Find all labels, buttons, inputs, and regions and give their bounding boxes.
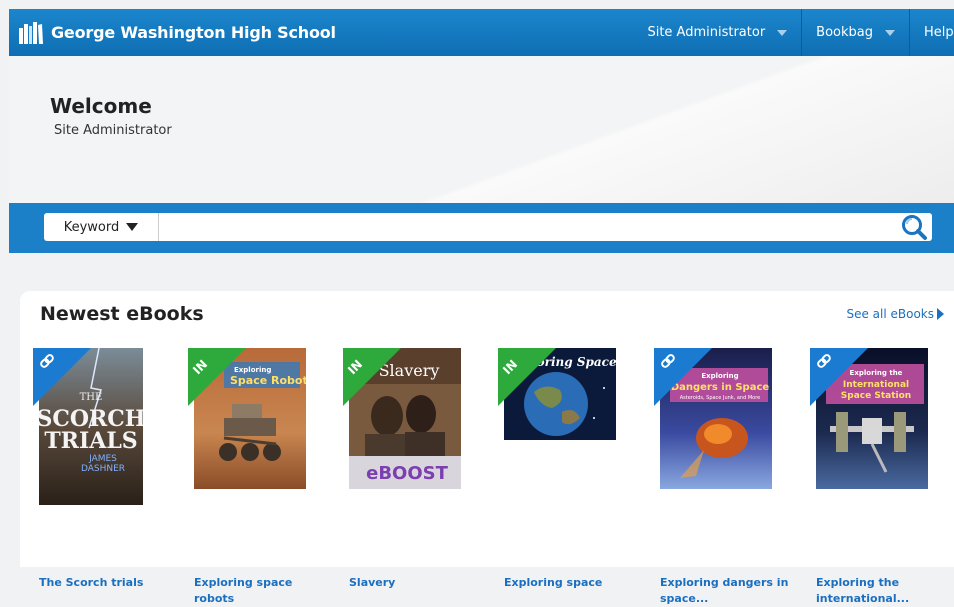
nav-help-label: Help: [924, 25, 954, 40]
in-badge-icon: IN: [498, 348, 556, 406]
books-logo-icon: [19, 21, 43, 44]
see-all-ebooks-link[interactable]: See all eBooks: [846, 307, 944, 321]
caret-down-icon: [885, 29, 895, 36]
book-title-link[interactable]: Exploring space robots: [194, 575, 324, 607]
link-badge-icon: [33, 348, 91, 406]
in-badge-icon: IN: [188, 348, 246, 406]
caret-down-icon: [777, 29, 788, 36]
search-icon: [902, 215, 927, 240]
nav-site-administrator-label: Site Administrator: [647, 25, 766, 40]
triangle-down-icon: [126, 223, 139, 231]
search-bar: Keyword: [9, 203, 954, 253]
cover-text: eBOOST: [366, 463, 448, 484]
welcome-title: Welcome: [50, 94, 152, 118]
search-type-label: Keyword: [63, 219, 120, 235]
newest-ebooks-title: Newest eBooks: [40, 303, 204, 325]
book-title-link[interactable]: The Scorch trials: [39, 575, 169, 591]
link-badge-icon: [810, 348, 868, 406]
top-nav: Site Administrator Bookbag Help: [633, 9, 954, 56]
search-box: Keyword: [44, 213, 932, 241]
cover-text: JAMES: [88, 454, 117, 464]
welcome-subtitle: Site Administrator: [54, 123, 172, 138]
in-badge-icon: IN: [343, 348, 401, 406]
book-title-link[interactable]: Exploring dangers in space...: [660, 575, 790, 607]
book-title-link[interactable]: Exploring the international...: [816, 575, 946, 607]
newest-ebooks-panel: Newest eBooks See all eBooks THE SCORCH …: [20, 291, 954, 605]
see-all-label: See all eBooks: [846, 307, 934, 321]
school-name: George Washington High School: [51, 23, 336, 42]
cover-text: TRIALS: [44, 428, 137, 454]
link-badge-icon: [654, 348, 712, 406]
top-bar: George Washington High School Site Admin…: [9, 9, 954, 56]
welcome-hero: Welcome Site Administrator: [9, 56, 954, 204]
nav-site-administrator[interactable]: Site Administrator: [633, 9, 801, 56]
book-title-link[interactable]: Exploring space: [504, 575, 634, 591]
search-type-dropdown[interactable]: Keyword: [44, 213, 159, 241]
nav-bookbag[interactable]: Bookbag: [801, 9, 909, 56]
triangle-right-icon: [937, 308, 944, 320]
book-title-link[interactable]: Slavery: [349, 575, 479, 591]
search-input[interactable]: [159, 214, 896, 240]
nav-bookbag-label: Bookbag: [816, 25, 873, 40]
search-button[interactable]: [896, 213, 932, 241]
cover-text: DASHNER: [81, 464, 125, 474]
brand[interactable]: George Washington High School: [19, 9, 336, 56]
nav-help[interactable]: Help: [909, 9, 954, 56]
